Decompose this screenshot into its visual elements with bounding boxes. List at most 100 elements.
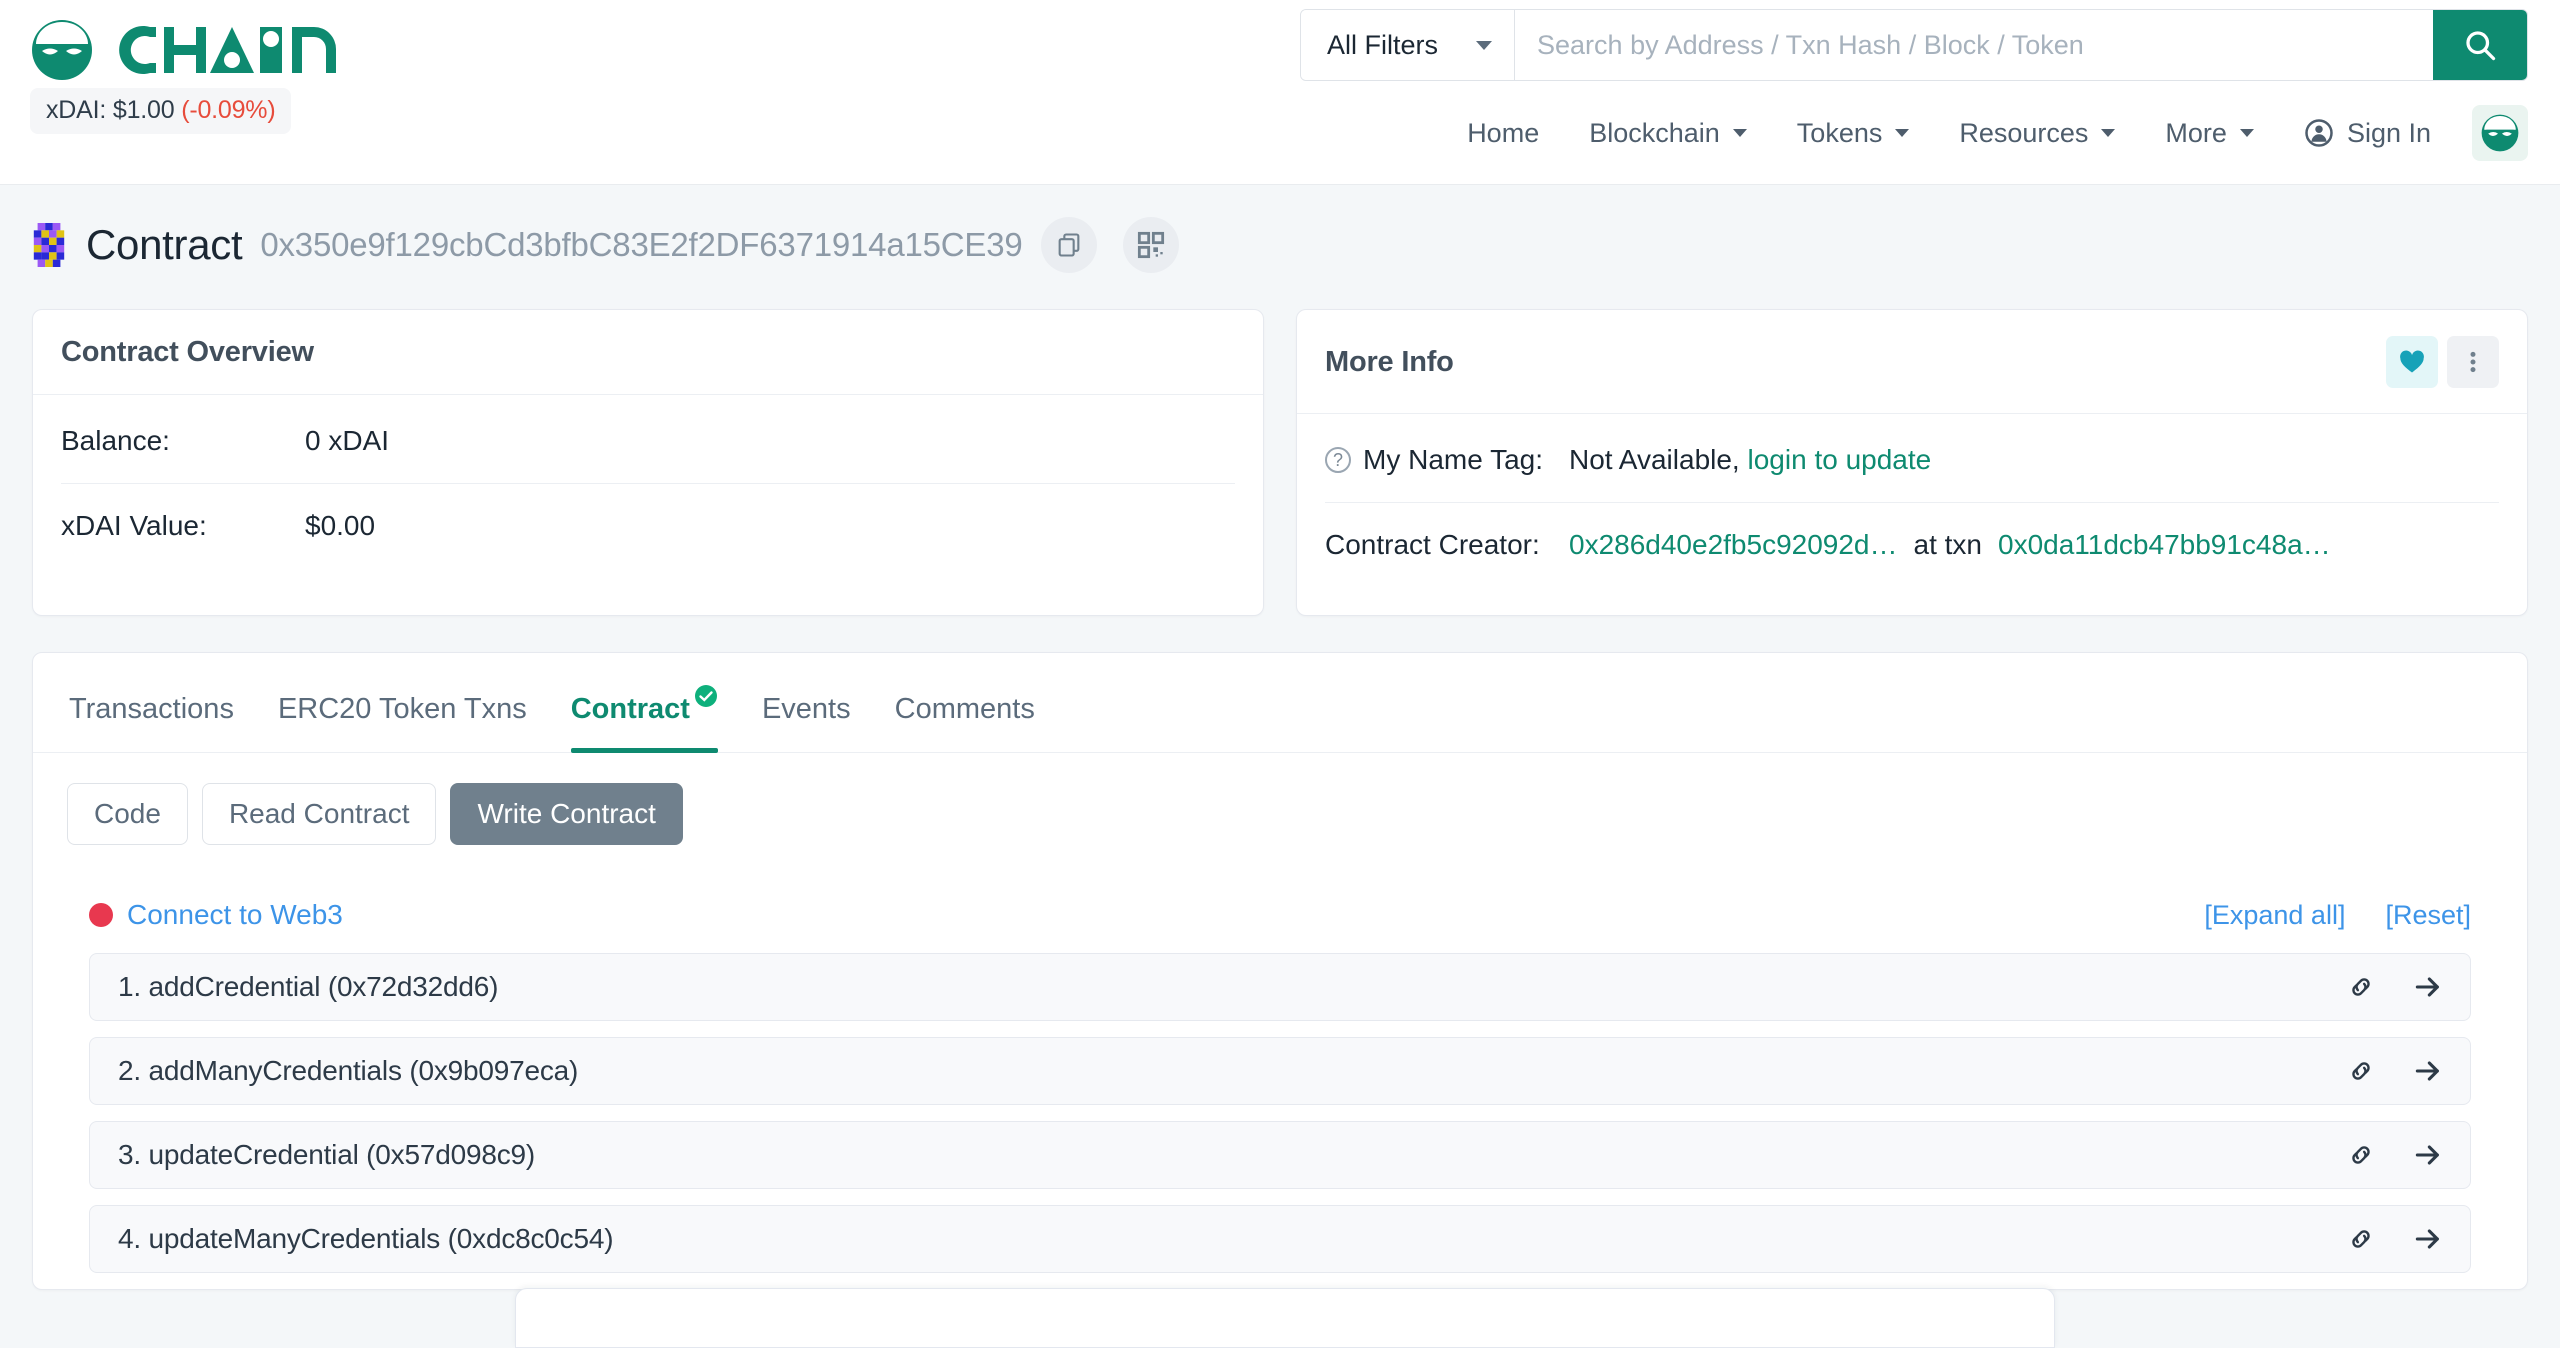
price-change: (-0.09%) [181, 96, 276, 124]
nav-item-tokens[interactable]: Tokens [1772, 108, 1935, 159]
list-item[interactable]: 2. addManyCredentials (0x9b097eca) [89, 1037, 2471, 1105]
heart-icon [2398, 348, 2426, 376]
nav-label: Resources [1959, 117, 2089, 148]
name-tag-text: Not Available, [1569, 444, 1740, 475]
card-menu-button[interactable] [2447, 336, 2499, 388]
tab-label: Contract [570, 693, 690, 725]
function-name: 3. updateCredential (0x57d098c9) [118, 1139, 536, 1170]
page-title: Contract [86, 221, 243, 268]
function-name: 1. addCredential (0x72d32dd6) [118, 971, 499, 1002]
contract-creator-row: Contract Creator: 0x286d40e2fb5c92092d… … [1325, 502, 2499, 587]
nav-item-more[interactable]: More [2140, 108, 2279, 159]
all-filters-dropdown[interactable]: All Filters [1301, 10, 1516, 80]
list-item[interactable]: 4. updateManyCredentials (0xdc8c0c54) [89, 1205, 2471, 1273]
owl-avatar-icon [2479, 112, 2521, 154]
at-txn-label: at txn [1913, 529, 1982, 560]
chain-link-icon[interactable] [2346, 972, 2376, 1002]
brand-wordmark [102, 19, 352, 81]
function-name: 4. updateManyCredentials (0xdc8c0c54) [118, 1223, 614, 1254]
chain-link-icon[interactable] [2346, 1140, 2376, 1170]
row-actions [2346, 1139, 2444, 1171]
arrow-right-icon[interactable] [2412, 1223, 2444, 1255]
copy-icon [1055, 231, 1083, 259]
tab-label: ERC20 Token Txns [277, 693, 527, 725]
web3-connect-row: Connect to Web3 [Expand all] [Reset] [67, 845, 2493, 953]
read-contract-button[interactable]: Read Contract [201, 783, 437, 845]
avatar[interactable] [2472, 105, 2528, 161]
nav-label: Blockchain [1589, 117, 1720, 148]
page-header: Contract 0x350e9f129cbCd3bfbC83E2f2DF637… [0, 185, 2560, 273]
tab-bar: Transactions ERC20 Token Txns Contract E… [33, 653, 2527, 753]
site-header: xDAI: $1.00 (-0.09%) All Filters Home Bl… [0, 0, 2560, 185]
verified-check-icon [694, 684, 718, 708]
function-name: 2. addManyCredentials (0x9b097eca) [118, 1055, 579, 1086]
creation-txn-link[interactable]: 0x0da11dcb47bb91c48a… [1998, 529, 2331, 561]
row-actions [2346, 1055, 2444, 1087]
tab-contract[interactable]: Contract [549, 684, 740, 753]
arrow-right-icon[interactable] [2412, 971, 2444, 1003]
contract-view-switcher: Code Read Contract Write Contract [67, 783, 2493, 845]
nav-item-blockchain[interactable]: Blockchain [1564, 108, 1772, 159]
search-icon [2462, 27, 2498, 63]
card-actions [2386, 336, 2499, 388]
reset-link[interactable]: [Reset] [2385, 900, 2471, 931]
summary-cards: Contract Overview Balance: 0 xDAI xDAI V… [0, 273, 2560, 616]
price-indicator: xDAI: $1.00 (-0.09%) [30, 88, 292, 134]
list-item[interactable]: 3. updateCredential (0x57d098c9) [89, 1121, 2471, 1189]
user-circle-icon [2304, 118, 2334, 148]
nav-item-resources[interactable]: Resources [1934, 108, 2140, 159]
qr-code-button[interactable] [1122, 217, 1179, 273]
chain-link-icon[interactable] [2346, 1224, 2376, 1254]
balance-row: Balance: 0 xDAI [61, 399, 1235, 483]
card-body: ? My Name Tag: Not Available, login to u… [1297, 414, 2527, 615]
question-mark-icon[interactable]: ? [1325, 447, 1351, 473]
write-contract-button[interactable]: Write Contract [450, 783, 683, 845]
chain-link-icon[interactable] [2346, 1056, 2376, 1086]
search-input[interactable] [1515, 10, 2433, 80]
three-dots-vertical-icon [2460, 349, 2486, 375]
nav-label: Tokens [1796, 117, 1883, 148]
chevron-down-icon [2239, 129, 2254, 137]
address-identicon [30, 223, 68, 267]
chevron-down-icon [1732, 129, 1747, 137]
tab-comments[interactable]: Comments [873, 693, 1057, 752]
list-item[interactable]: 1. addCredential (0x72d32dd6) [89, 953, 2471, 1021]
connect-to-web3-link[interactable]: Connect to Web3 [127, 899, 343, 931]
arrow-right-icon[interactable] [2412, 1139, 2444, 1171]
tab-erc20-token-txns[interactable]: ERC20 Token Txns [256, 693, 549, 752]
all-filters-label: All Filters [1327, 29, 1439, 60]
favorite-button[interactable] [2386, 336, 2438, 388]
sign-in-button[interactable]: Sign In [2279, 108, 2456, 159]
price-value: xDAI: $1.00 [46, 96, 175, 124]
brand-block: xDAI: $1.00 (-0.09%) [30, 18, 352, 134]
nav-label: Home [1467, 117, 1540, 148]
login-to-update-link[interactable]: login to update [1748, 444, 1932, 475]
name-tag-value: Not Available, login to update [1569, 444, 1931, 476]
my-name-tag-row: ? My Name Tag: Not Available, login to u… [1325, 418, 2499, 502]
copy-address-button[interactable] [1040, 217, 1097, 273]
sign-in-label: Sign In [2346, 117, 2431, 148]
creator-address-link[interactable]: 0x286d40e2fb5c92092d… [1569, 529, 1898, 561]
logo-link[interactable] [30, 18, 352, 82]
tab-label: Transactions [69, 693, 234, 725]
chevron-down-icon [1476, 40, 1493, 50]
disconnected-status-dot-icon [89, 903, 113, 927]
contract-panel: Transactions ERC20 Token Txns Contract E… [32, 652, 2528, 1290]
owl-logo-icon [30, 18, 94, 82]
code-button[interactable]: Code [67, 783, 188, 845]
web3-status: Connect to Web3 [89, 899, 343, 931]
arrow-right-icon[interactable] [2412, 1055, 2444, 1087]
card-title: Contract Overview [61, 336, 314, 368]
more-info-card: More Info ? My Name Tag: Not Available, … [1296, 309, 2528, 616]
search-submit-button[interactable] [2433, 10, 2527, 80]
tab-transactions[interactable]: Transactions [47, 693, 256, 752]
nav-item-home[interactable]: Home [1442, 108, 1564, 159]
chevron-down-icon [2101, 129, 2116, 137]
row-label: Balance: [61, 425, 170, 456]
bottom-overlay-panel [515, 1288, 2055, 1348]
expand-all-link[interactable]: [Expand all] [2204, 900, 2345, 931]
card-header: Contract Overview [33, 310, 1263, 395]
tab-events[interactable]: Events [740, 693, 873, 752]
xdai-value-row: xDAI Value: $0.00 [61, 483, 1235, 568]
card-header: More Info [1297, 310, 2527, 414]
